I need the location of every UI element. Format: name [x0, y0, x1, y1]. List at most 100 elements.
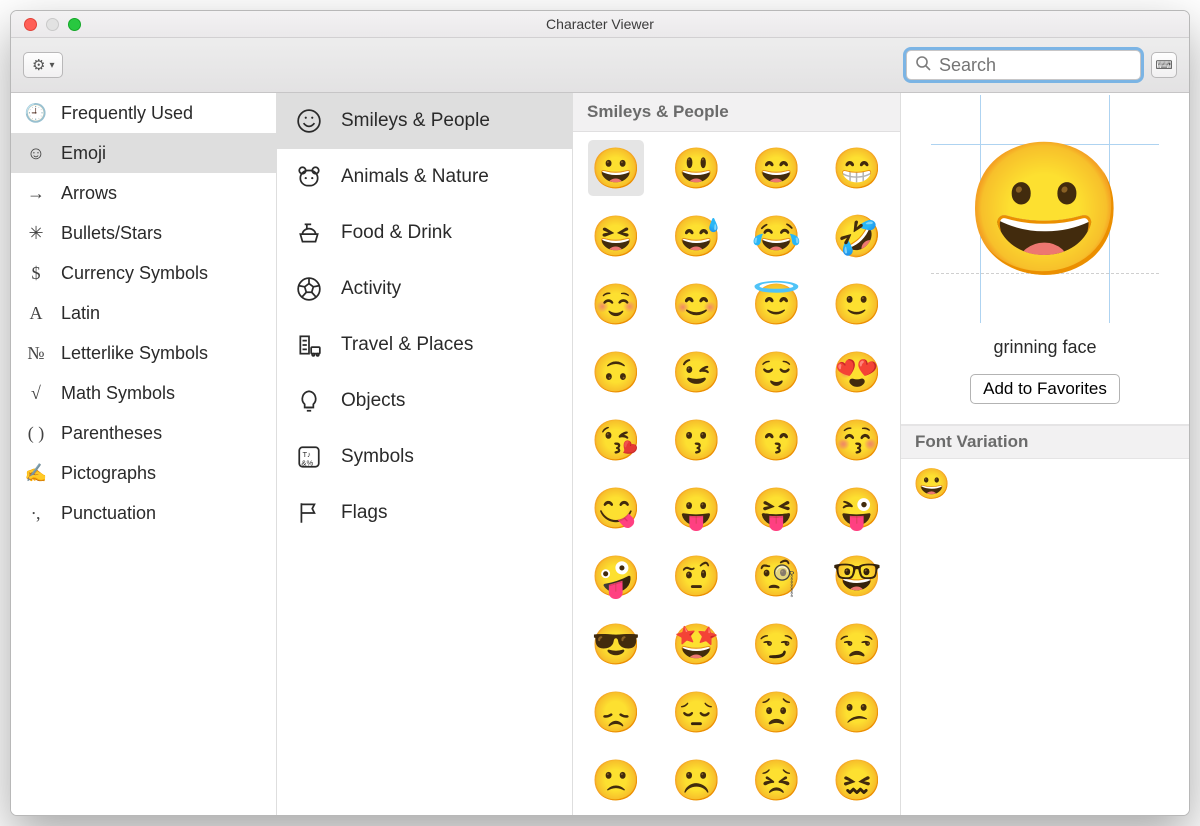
character-cell[interactable]: 😣	[749, 752, 805, 808]
character-cell[interactable]: 😂	[749, 208, 805, 264]
character-cell[interactable]: 😙	[749, 412, 805, 468]
character-cell[interactable]: 🙁	[588, 752, 644, 808]
character-cell[interactable]: 😝	[749, 480, 805, 536]
character-cell[interactable]: 😜	[829, 480, 885, 536]
category-label: Frequently Used	[61, 103, 193, 124]
subcategory-label: Food & Drink	[341, 222, 452, 244]
character-cell[interactable]: 🤣	[829, 208, 885, 264]
subcategory-label: Travel & Places	[341, 334, 473, 356]
category-label: Latin	[61, 303, 100, 324]
character-cell[interactable]: 🤨	[668, 548, 724, 604]
character-cell[interactable]: 😄	[749, 140, 805, 196]
maximize-icon[interactable]	[68, 18, 81, 31]
character-cell[interactable]: 😇	[749, 276, 805, 332]
character-cell[interactable]: 😔	[668, 684, 724, 740]
flag-icon	[295, 500, 323, 526]
minimize-icon	[46, 18, 59, 31]
category-item[interactable]: №Letterlike Symbols	[11, 333, 276, 373]
gear-icon: ⚙	[32, 56, 45, 74]
category-item[interactable]: $Currency Symbols	[11, 253, 276, 293]
character-cell[interactable]: 😃	[668, 140, 724, 196]
subcategory-label: Symbols	[341, 446, 414, 468]
character-cell[interactable]: 🙂	[829, 276, 885, 332]
subcategory-item[interactable]: Flags	[277, 485, 572, 541]
character-cell[interactable]: 😕	[829, 684, 885, 740]
character-cell[interactable]: 😞	[588, 684, 644, 740]
category-icon: ( )	[25, 423, 47, 444]
keyboard-viewer-button[interactable]: ⌨	[1151, 52, 1177, 78]
search-icon	[915, 55, 931, 76]
close-icon[interactable]	[24, 18, 37, 31]
travel-icon	[295, 332, 323, 358]
character-cell[interactable]: 😛	[668, 480, 724, 536]
category-item[interactable]: ∙,Punctuation	[11, 493, 276, 533]
category-item[interactable]: √Math Symbols	[11, 373, 276, 413]
character-cell[interactable]: 🤪	[588, 548, 644, 604]
category-item[interactable]: 🕘Frequently Used	[11, 93, 276, 133]
category-label: Currency Symbols	[61, 263, 208, 284]
subcategory-item[interactable]: Activity	[277, 261, 572, 317]
ball-icon	[295, 276, 323, 302]
subcategory-item[interactable]: Smileys & People	[277, 93, 572, 149]
keyboard-icon: ⌨	[1155, 58, 1172, 72]
character-cell[interactable]: ☺️	[588, 276, 644, 332]
character-cell[interactable]: 😒	[829, 616, 885, 672]
symbols-icon: T♪&%	[295, 444, 323, 470]
subcategory-label: Activity	[341, 278, 401, 300]
category-item[interactable]: ☺ Emoji	[11, 133, 276, 173]
subcategory-item[interactable]: Food & Drink	[277, 205, 572, 261]
font-variation-item[interactable]: 😀	[913, 468, 950, 501]
category-sidebar: 🕘Frequently Used ☺ Emoji →Arrows✳Bullets/St…	[11, 93, 277, 815]
character-cell[interactable]: ☹️	[668, 752, 724, 808]
character-cell[interactable]: 😘	[588, 412, 644, 468]
category-item[interactable]: ✳Bullets/Stars	[11, 213, 276, 253]
character-cell[interactable]: 😋	[588, 480, 644, 536]
category-item[interactable]: ( )Parentheses	[11, 413, 276, 453]
character-cell[interactable]: 🤩	[668, 616, 724, 672]
category-icon: A	[25, 303, 47, 324]
add-to-favorites-button[interactable]: Add to Favorites	[970, 374, 1120, 404]
category-item[interactable]: A Latin	[11, 293, 276, 333]
category-label: Arrows	[61, 183, 117, 204]
settings-menu-button[interactable]: ⚙ ▾	[23, 52, 63, 78]
category-label: Emoji	[61, 143, 106, 164]
category-item[interactable]: ✍Pictographs	[11, 453, 276, 493]
search-input[interactable]	[937, 54, 1132, 77]
character-cell[interactable]: 😎	[588, 616, 644, 672]
character-cell[interactable]: 🙃	[588, 344, 644, 400]
subcategory-item[interactable]: T♪&% Symbols	[277, 429, 572, 485]
character-cell[interactable]: 😉	[668, 344, 724, 400]
character-cell[interactable]: 😍	[829, 344, 885, 400]
character-cell[interactable]: 🤓	[829, 548, 885, 604]
character-cell[interactable]: 🧐	[749, 548, 805, 604]
category-icon: ∙,	[25, 503, 47, 524]
preview-box: 😀	[949, 113, 1141, 305]
character-cell[interactable]: 😖	[829, 752, 885, 808]
subcategory-item[interactable]: Travel & Places	[277, 317, 572, 373]
character-cell[interactable]: 😟	[749, 684, 805, 740]
category-item[interactable]: →Arrows	[11, 173, 276, 213]
character-cell[interactable]: 😚	[829, 412, 885, 468]
character-cell[interactable]: 😁	[829, 140, 885, 196]
preview-area: 😀 grinning face Add to Favorites	[901, 93, 1189, 425]
character-cell[interactable]: 😗	[668, 412, 724, 468]
svg-text:T♪: T♪	[303, 450, 311, 459]
bear-icon	[295, 164, 323, 190]
category-icon: ☺	[25, 143, 47, 164]
preview-character: 😀	[959, 123, 1131, 295]
character-cell[interactable]: 😏	[749, 616, 805, 672]
bulb-icon	[295, 388, 323, 414]
character-cell[interactable]: 😊	[668, 276, 724, 332]
search-field[interactable]	[906, 50, 1141, 80]
character-cell[interactable]: 😆	[588, 208, 644, 264]
chevron-down-icon: ▾	[49, 60, 54, 71]
subcategory-item[interactable]: Animals & Nature	[277, 149, 572, 205]
font-variation-list: 😀	[901, 459, 1189, 510]
character-cell[interactable]: 😀	[588, 140, 644, 196]
category-label: Letterlike Symbols	[61, 343, 208, 364]
character-cell[interactable]: 😌	[749, 344, 805, 400]
grid-header: Smileys & People	[573, 93, 900, 132]
character-cell[interactable]: 😅	[668, 208, 724, 264]
subcategory-item[interactable]: Objects	[277, 373, 572, 429]
svg-text:&%: &%	[301, 459, 313, 468]
